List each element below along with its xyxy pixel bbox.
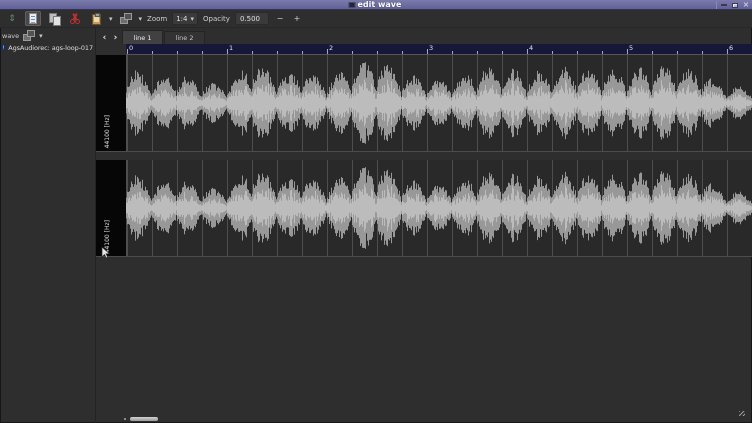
close-button[interactable]: × (742, 1, 750, 9)
ruler-tick (177, 51, 178, 54)
ruler-tick (377, 51, 378, 54)
ruler-number: 4 (529, 44, 533, 52)
ruler-tick (727, 49, 728, 54)
edit-wave-window: edit wave × ⇕ ▾ ▾ Zoom 1 (0, 0, 752, 423)
ruler-tick (277, 51, 278, 54)
position-tool-button[interactable]: ⇕ (4, 11, 20, 26)
ruler-number: 2 (329, 44, 333, 52)
machine-selector-icon[interactable] (23, 30, 35, 41)
ruler-tick (252, 51, 253, 54)
ruler-number: 3 (429, 44, 433, 52)
tab-next-button[interactable]: › (110, 31, 121, 44)
ruler-tick (702, 51, 703, 54)
tab-line-2[interactable]: line 2 (164, 31, 205, 44)
titlebar-center: edit wave (348, 0, 401, 10)
ruler-tick (627, 49, 628, 54)
waveform-canvas-2[interactable] (126, 160, 752, 256)
ruler-tick (677, 51, 678, 54)
tab-bar: ‹ › line 1 line 2 (96, 28, 752, 44)
window-controls: × (716, 0, 750, 10)
samplerate-label-2: 44100 [Hz] (104, 220, 111, 253)
wave-panel-2: 44100 [Hz] (96, 160, 752, 257)
ruler-tick (452, 51, 453, 54)
ruler-tick (427, 49, 428, 54)
wave-editor: ‹ › line 1 line 2 0 1 2 3 4 5 6 44100 [Hz] (96, 28, 752, 423)
wave-panel-1: 44100 [Hz] (96, 55, 752, 152)
machine-label: AgsAudiorec: ags-loop-017 (8, 44, 93, 52)
ruler-tick (127, 49, 128, 54)
ruler-tick (577, 51, 578, 54)
opacity-label: Opacity (203, 15, 230, 23)
ruler-tick (602, 51, 603, 54)
minimize-button[interactable] (720, 1, 728, 9)
zoom-label: Zoom (147, 15, 167, 23)
waveform-canvas-1[interactable] (126, 55, 752, 151)
ruler-number: 1 (229, 44, 233, 52)
ruler-number: 5 (629, 44, 633, 52)
cut-button[interactable] (67, 11, 83, 26)
waveform-region-2[interactable] (126, 160, 752, 256)
ruler-tick (402, 51, 403, 54)
wave-sidebar: wave ▾ AgsAudiorec: ags-loop-017 (0, 28, 96, 423)
ruler-tick (152, 51, 153, 54)
body: wave ▾ AgsAudiorec: ags-loop-017 ‹ › lin… (0, 28, 752, 423)
ruler-tick (477, 51, 478, 54)
zoom-value: 1:4 (176, 15, 187, 23)
sidebar-pane-label: wave (2, 32, 19, 40)
clipboard-icon (92, 14, 101, 25)
resize-grip[interactable] (739, 411, 745, 416)
toolbar: ⇕ ▾ ▾ Zoom 1:4 ▾ Opacity 0.500 − + (0, 10, 752, 28)
copy-icon (49, 13, 60, 24)
horizontal-scrollbar-thumb[interactable] (130, 417, 158, 421)
scissors-icon (70, 13, 80, 24)
waveform-region-1[interactable] (126, 55, 752, 151)
titlebar[interactable]: edit wave × (0, 0, 752, 10)
samplerate-label-1: 44100 [Hz] (104, 115, 111, 148)
window-icon (348, 2, 355, 8)
machines-icon (120, 13, 132, 24)
zoom-dropdown-arrow-icon: ▾ (190, 15, 194, 23)
channel-meter-strip-1: 44100 [Hz] (96, 55, 126, 151)
panel-gap (96, 152, 752, 160)
opacity-value: 0.500 (240, 15, 260, 23)
paste-button[interactable] (88, 11, 104, 26)
edit-document-icon (29, 13, 37, 24)
ruler-number: 0 (129, 44, 133, 52)
tab-prev-button[interactable]: ‹ (99, 31, 110, 44)
machine-radio-button[interactable] (2, 44, 5, 51)
window-title: edit wave (357, 0, 401, 10)
tab-line-1[interactable]: line 1 (122, 30, 163, 44)
machine-list-item[interactable]: AgsAudiorec: ags-loop-017 (0, 42, 95, 53)
hscroll-track-dot (124, 418, 126, 420)
tool-menu-button[interactable] (118, 11, 134, 26)
paste-dropdown-arrow-icon[interactable]: ▾ (109, 15, 113, 23)
ruler-tick (227, 49, 228, 54)
opacity-spinbox[interactable]: 0.500 (235, 12, 269, 25)
ruler-tick (302, 51, 303, 54)
ruler-tick (552, 51, 553, 54)
machine-dropdown-arrow-icon[interactable]: ▾ (39, 32, 43, 40)
ruler-tick (527, 49, 528, 54)
titlebar-separator (716, 1, 717, 9)
copy-button[interactable] (46, 11, 62, 26)
position-cursor-icon: ⇕ (8, 14, 16, 24)
ruler-number: 6 (729, 44, 733, 52)
maximize-icon (732, 3, 738, 8)
opacity-increment-button[interactable]: + (291, 12, 303, 25)
ruler-tick (352, 51, 353, 54)
channel-meter-strip-2: 44100 [Hz] (96, 160, 126, 256)
tool-dropdown-arrow-icon[interactable]: ▾ (139, 15, 143, 23)
minimize-icon (721, 4, 727, 6)
maximize-button[interactable] (731, 1, 739, 9)
ruler-tick (327, 49, 328, 54)
ruler-tick (202, 51, 203, 54)
edit-tool-button[interactable] (25, 11, 41, 26)
sidebar-header: wave ▾ (0, 30, 95, 41)
close-icon: × (743, 1, 750, 9)
timeline-ruler: 0 1 2 3 4 5 6 (126, 44, 752, 55)
ruler-tick (652, 51, 653, 54)
ruler-tick (502, 51, 503, 54)
zoom-combobox[interactable]: 1:4 ▾ (172, 12, 198, 25)
opacity-decrement-button[interactable]: − (274, 12, 286, 25)
